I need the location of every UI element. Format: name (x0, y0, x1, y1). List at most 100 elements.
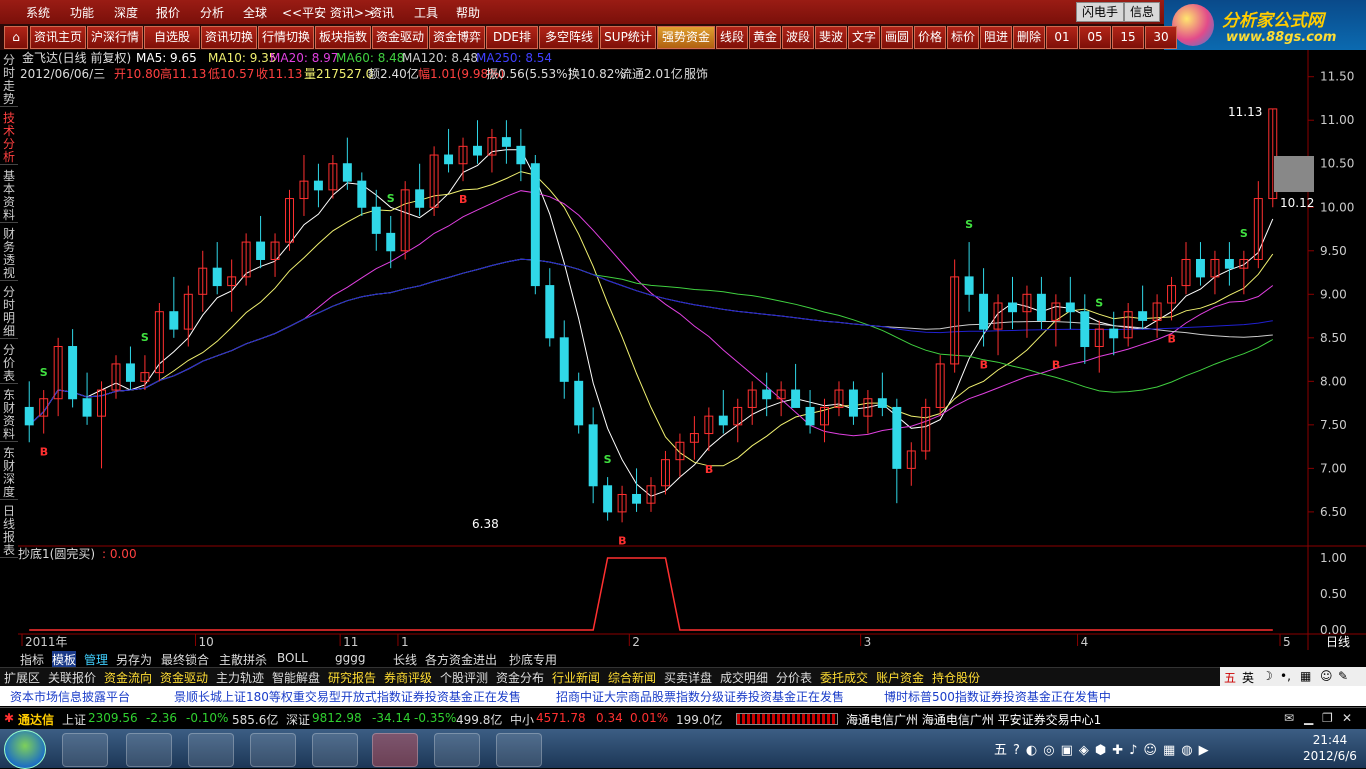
indicator-tab[interactable]: 各方资金进出 (425, 651, 497, 668)
indicator-tab[interactable]: 指标 (20, 651, 44, 668)
extension-tab[interactable]: 成交明细 (720, 669, 768, 686)
start-button[interactable] (4, 730, 46, 769)
toolbar-button[interactable]: 删除 (1013, 26, 1045, 49)
left-tab[interactable]: 分时明细 (0, 286, 18, 339)
left-tab[interactable]: 财务透视 (0, 228, 18, 281)
toolbar-button[interactable]: 强势资金 (657, 26, 715, 49)
kline-chart[interactable]: SBSS BSBBSB BSBS 11.5011.0010.5010.009.509… (18, 50, 1366, 650)
system-tray-icons[interactable]: 五?◐◎▣◈⬢✚♪☺▦◍▶ (994, 739, 1215, 758)
toolbar-button[interactable]: 线段 (716, 26, 748, 49)
extension-tab[interactable]: 持仓股份 (932, 669, 980, 686)
clock-date[interactable]: 2012/6/6 (1300, 749, 1360, 763)
taskbar-media-player-icon[interactable] (188, 733, 234, 767)
toolbar-button[interactable]: 阻进 (980, 26, 1012, 49)
toolbar-button[interactable]: 05 (1079, 26, 1111, 49)
menu-function[interactable]: 功能 (70, 4, 94, 21)
mail-icon[interactable]: ✉ (1284, 711, 1294, 725)
extension-tab[interactable]: 资金分布 (496, 669, 544, 686)
toolbar-button[interactable]: 标价 (947, 26, 979, 49)
sz-index-name[interactable]: 深证 (286, 711, 310, 728)
indicator-tab[interactable]: 最终锁合 (161, 651, 209, 668)
extension-tab[interactable]: 买卖详盘 (664, 669, 712, 686)
extension-tab[interactable]: 资金流向 (104, 669, 152, 686)
menu-depth[interactable]: 深度 (114, 4, 138, 21)
extension-tab[interactable]: 综合新闻 (608, 669, 656, 686)
ime-toolbar[interactable]: 五 英 ☽ •, ▦ ☺ ✎ (1220, 667, 1366, 686)
info-button[interactable]: 信息 (1124, 2, 1161, 22)
toolbar-button[interactable]: 资金博弈 (429, 26, 485, 49)
close-icon[interactable]: ✕ (1342, 711, 1352, 725)
indicator-tab[interactable]: 管理 (84, 651, 108, 668)
extension-tab[interactable]: 智能解盘 (272, 669, 320, 686)
indicator-tab[interactable]: 模板 (52, 651, 77, 668)
toolbar-button[interactable]: 价格 (914, 26, 946, 49)
indicator-tab[interactable]: gggg (335, 651, 365, 665)
toolbar-button[interactable]: 画圆 (881, 26, 913, 49)
minimize-icon[interactable]: ▁ (1304, 711, 1313, 725)
ime-tools-icon[interactable]: ✎ (1338, 669, 1348, 683)
extension-tab[interactable]: 委托成交 (820, 669, 868, 686)
restore-icon[interactable]: ❐ (1322, 711, 1333, 725)
extension-tab[interactable]: 分价表 (776, 669, 812, 686)
taskbar-tdx-icon[interactable] (372, 733, 418, 767)
toolbar-button[interactable]: 自选股 (144, 26, 200, 49)
extension-tab[interactable]: 关联报价 (48, 669, 96, 686)
ime-keyboard-icon[interactable]: ▦ (1300, 669, 1311, 683)
ime-logo-icon[interactable]: 五 (1224, 669, 1236, 686)
extension-tab[interactable]: 券商评级 (384, 669, 432, 686)
taskbar-qq-icon[interactable] (250, 733, 296, 767)
taskbar-ie-icon[interactable] (434, 733, 480, 767)
toolbar-button[interactable]: 30 (1145, 26, 1177, 49)
extension-tab[interactable]: 主力轨迹 (216, 669, 264, 686)
extension-tab[interactable]: 研究报告 (328, 669, 376, 686)
news-item[interactable]: 博时标普500指数证券投资基金正在发售中 (884, 688, 1111, 705)
ime-punct-icon[interactable]: •, (1280, 669, 1291, 683)
extension-tab[interactable]: 个股评测 (440, 669, 488, 686)
left-tab[interactable]: 东财深度 (0, 447, 18, 500)
extension-tab[interactable]: 资金驱动 (160, 669, 208, 686)
indicator-tab[interactable]: BOLL (277, 651, 308, 665)
toolbar-button[interactable]: 多空阵线 (539, 26, 599, 49)
menu-tools[interactable]: 工具 (414, 4, 438, 21)
home-icon[interactable]: ⌂ (4, 26, 28, 49)
extension-tab[interactable]: 扩展区 (4, 669, 40, 686)
toolbar-button[interactable]: 黄金 (749, 26, 781, 49)
news-item[interactable]: 景顺长城上证180等权重交易型开放式指数证券投资基金正在发售 (174, 688, 521, 705)
toolbar-button[interactable]: 资金驱动 (372, 26, 428, 49)
left-tab[interactable]: 基本资料 (0, 170, 18, 223)
toolbar-button[interactable]: 文字 (848, 26, 880, 49)
toolbar-button[interactable]: 01 (1046, 26, 1078, 49)
ime-language[interactable]: 英 (1242, 669, 1254, 686)
indicator-tab[interactable]: 长线 (393, 651, 417, 668)
menu-pingan-news[interactable]: <<平安 资讯>> (282, 4, 374, 21)
ime-user-icon[interactable]: ☺ (1320, 669, 1333, 683)
news-item[interactable]: 资本市场信息披露平台 (10, 688, 130, 705)
menu-global[interactable]: 全球 (243, 4, 267, 21)
toolbar-button[interactable]: DDE排名 (486, 26, 538, 65)
clock-time[interactable]: 21:44 (1300, 733, 1360, 747)
toolbar-button[interactable]: 板块指数 (315, 26, 371, 49)
indicator-tab[interactable]: 另存为 (116, 651, 152, 668)
toolbar-button[interactable]: 资讯切换 (201, 26, 257, 49)
menu-analysis[interactable]: 分析 (200, 4, 224, 21)
toolbar-button[interactable]: 波段 (782, 26, 814, 49)
toolbar-button[interactable]: 斐波 (815, 26, 847, 49)
left-tab[interactable]: 分价表 (0, 344, 18, 384)
taskbar-media-center-icon[interactable] (62, 733, 108, 767)
flash-button[interactable]: 闪电手 (1076, 2, 1125, 22)
toolbar-button[interactable]: SUP统计 (600, 26, 656, 49)
left-tab[interactable]: 分时走势 (0, 54, 18, 107)
sh-index-name[interactable]: 上证 (62, 711, 86, 728)
indicator-tab[interactable]: 主散拼杀 (219, 651, 267, 668)
taskbar-bird-icon[interactable] (312, 733, 358, 767)
menu-system[interactable]: 系统 (26, 4, 50, 21)
toolbar-button[interactable]: 资讯主页 (30, 26, 86, 49)
ime-moon-icon[interactable]: ☽ (1262, 669, 1273, 683)
toolbar-button[interactable]: 沪深行情 (87, 26, 143, 49)
period-label[interactable]: 日线 (1326, 635, 1350, 649)
taskbar-explorer-icon[interactable] (126, 733, 172, 767)
toolbar-button[interactable]: 行情切换 (258, 26, 314, 49)
left-tab[interactable]: 技术分析 (0, 112, 18, 165)
left-tab[interactable]: 东财资料 (0, 389, 18, 442)
left-tab[interactable]: 日线报表 (0, 505, 18, 558)
